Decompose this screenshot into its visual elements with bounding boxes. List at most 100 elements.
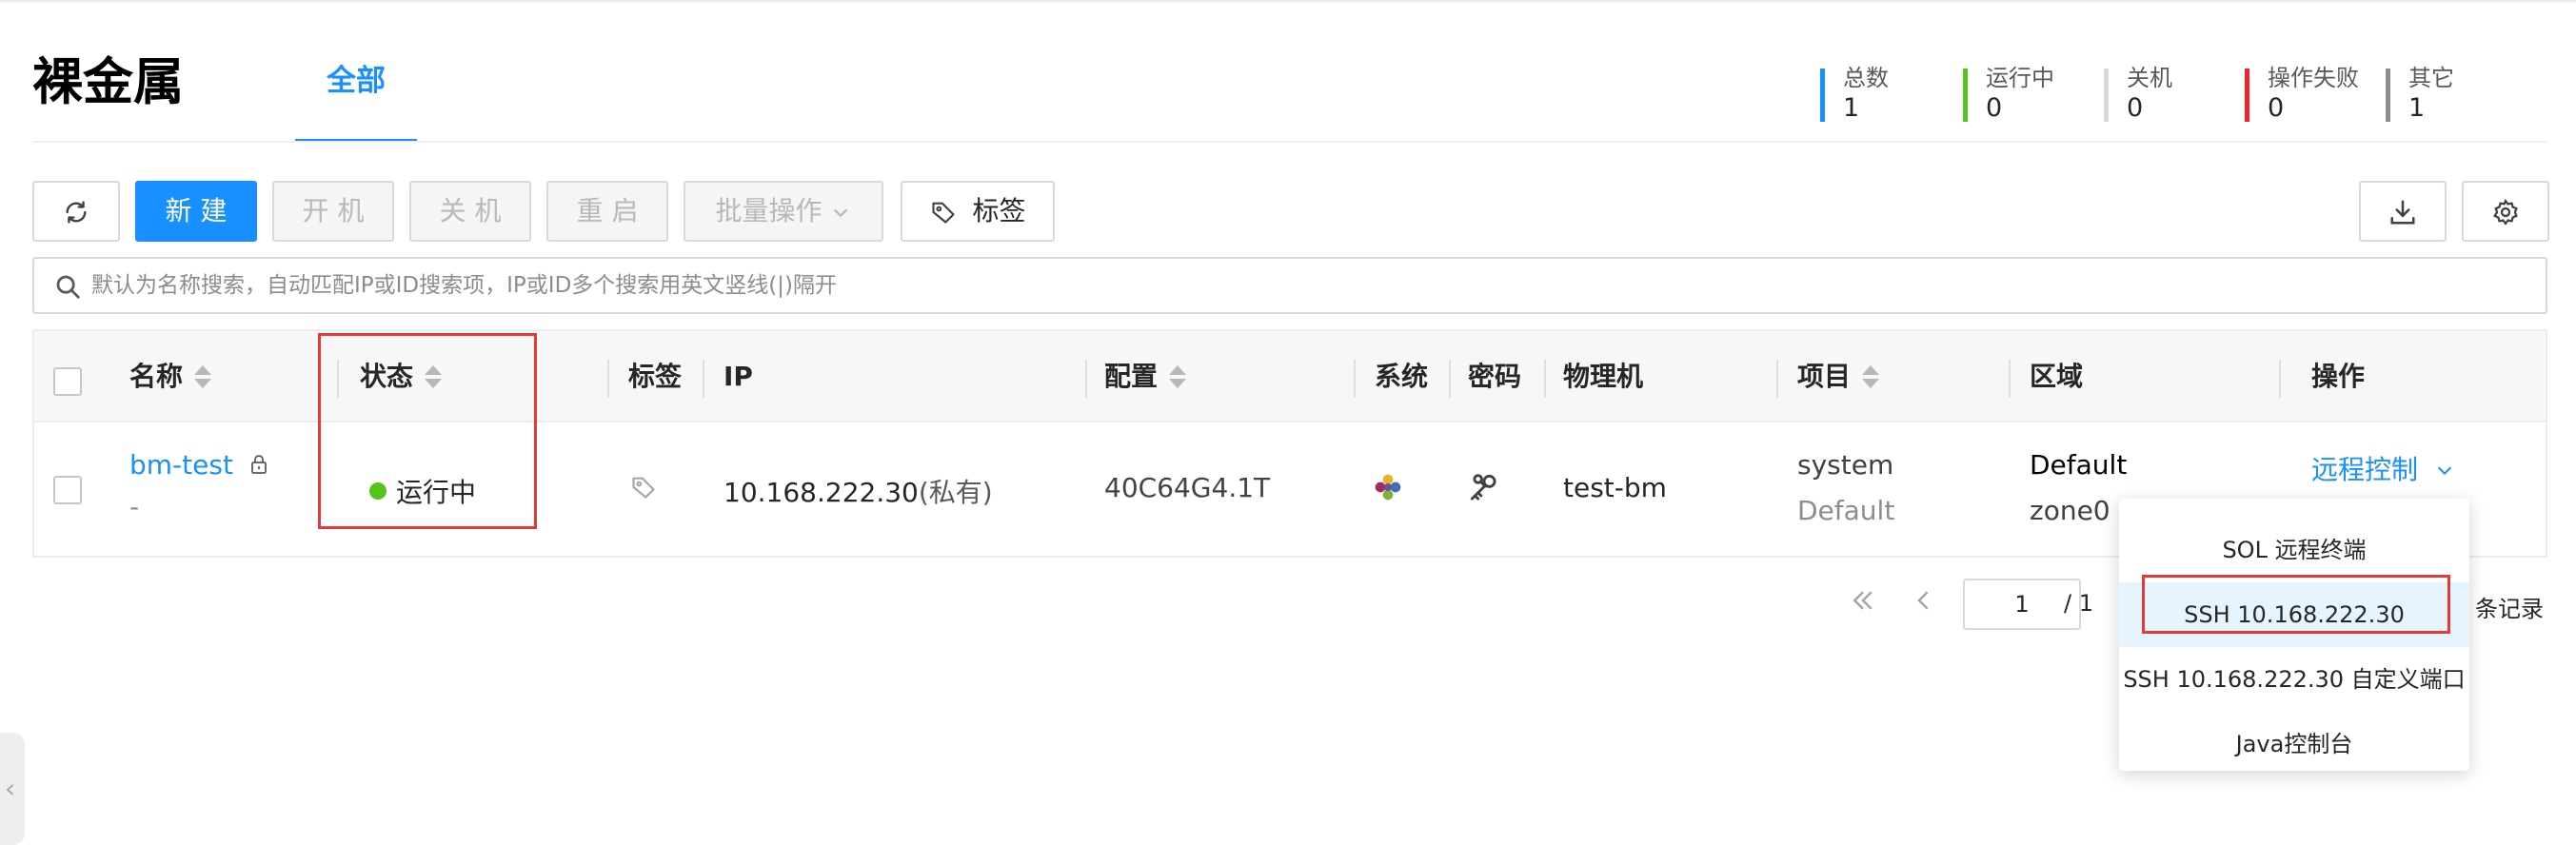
column-separator <box>1449 360 1451 398</box>
sort-icon[interactable] <box>1862 365 1880 390</box>
row-ip-suffix: (私有) <box>918 477 993 508</box>
gear-icon <box>2492 198 2518 226</box>
menu-item-ssh-custom-port[interactable]: SSH 10.168.222.30 自定义端口 <box>2119 647 2469 712</box>
row-ip-address: 10.168.222.30 <box>723 477 919 508</box>
stat-other-value: 1 <box>2408 93 2426 123</box>
row-name-link[interactable]: bm-test <box>129 449 270 481</box>
os-logo-icon <box>1375 474 1401 501</box>
ssh-highlight-box <box>2142 575 2450 634</box>
row-name: bm-test <box>129 449 233 481</box>
sort-icon[interactable] <box>194 365 212 390</box>
col-project-label: 项目 <box>1797 361 1852 392</box>
lock-icon <box>250 455 267 474</box>
column-separator <box>607 360 609 398</box>
col-name[interactable]: 名称 <box>129 331 212 422</box>
tags-label: 标签 <box>972 195 1026 226</box>
col-region: 区域 <box>2030 361 2084 392</box>
col-ip: IP <box>723 361 753 392</box>
tab-all[interactable]: 全部 <box>295 59 417 143</box>
download-icon <box>2390 200 2415 225</box>
stat-shutdown-label: 关机 <box>2127 65 2172 91</box>
power-off-button[interactable]: 关 机 <box>409 181 531 242</box>
total-pages: / 1 <box>2064 590 2093 617</box>
batch-actions-label: 批量操作 <box>715 195 822 226</box>
create-button[interactable]: 新 建 <box>135 181 257 242</box>
col-system: 系统 <box>1375 361 1429 392</box>
column-separator <box>2009 360 2011 398</box>
chevron-left-icon: ‹ <box>5 773 16 804</box>
col-config[interactable]: 配置 <box>1104 331 1187 422</box>
menu-item-sol-terminal[interactable]: SOL 远程终端 <box>2119 518 2469 582</box>
download-button[interactable] <box>2359 181 2447 242</box>
tag-icon <box>632 477 655 499</box>
tag-icon <box>931 202 955 224</box>
search-box[interactable] <box>32 257 2547 314</box>
row-system <box>1373 472 1403 509</box>
row-host: test-bm <box>1563 472 1667 503</box>
first-page-button[interactable] <box>1849 586 1877 622</box>
menu-item-java-console[interactable]: Java控制台 <box>2119 712 2469 776</box>
batch-actions-button[interactable]: 批量操作 <box>684 181 883 242</box>
stat-other-label: 其它 <box>2408 65 2454 91</box>
top-shadow <box>0 0 2576 4</box>
row-config: 40C64G4.1T <box>1104 472 1271 503</box>
search-icon <box>56 275 80 299</box>
column-separator <box>1354 360 1356 398</box>
remote-control-dropdown[interactable]: 远程控制 <box>2311 449 2455 487</box>
prev-page-button[interactable] <box>1910 586 1938 622</box>
col-tags: 标签 <box>628 361 683 392</box>
stat-other-bar <box>2386 69 2390 122</box>
row-region-sub: zone0 <box>2030 495 2110 526</box>
stat-shutdown-value: 0 <box>2127 93 2144 123</box>
row-project-sub: Default <box>1797 495 1895 526</box>
stat-running-label: 运行中 <box>1986 65 2054 91</box>
row-project: system <box>1797 449 1894 481</box>
page-title: 裸金属 <box>32 53 184 111</box>
status-highlight-box <box>318 333 537 529</box>
sidebar-collapse-handle[interactable]: ‹ <box>0 733 25 845</box>
col-host: 物理机 <box>1563 361 1644 392</box>
stat-failed-value: 0 <box>2268 93 2285 123</box>
row-password[interactable] <box>1466 470 1502 513</box>
row-checkbox[interactable] <box>53 476 82 504</box>
column-separator <box>2279 360 2281 398</box>
remote-control-label: 远程控制 <box>2311 454 2419 485</box>
power-on-button[interactable]: 开 机 <box>272 181 394 242</box>
column-separator <box>1544 360 1546 398</box>
tab-all-label: 全部 <box>327 64 386 98</box>
stat-total-value: 1 <box>1843 93 1860 123</box>
refresh-button[interactable] <box>32 181 120 242</box>
stat-failed-label: 操作失败 <box>2268 65 2359 91</box>
records-count-label: 条记录 <box>2475 596 2544 622</box>
settings-button[interactable] <box>2462 181 2549 242</box>
row-ip: 10.168.222.30(私有) <box>723 472 993 510</box>
restart-button[interactable]: 重 启 <box>546 181 668 242</box>
col-project[interactable]: 项目 <box>1797 331 1880 422</box>
stat-failed-bar <box>2245 69 2249 122</box>
header-divider <box>32 141 2547 143</box>
search-input[interactable] <box>91 265 2528 306</box>
stat-total-label: 总数 <box>1843 65 1889 91</box>
stat-running-value: 0 <box>1986 93 2003 123</box>
stat-shutdown-bar <box>2104 69 2109 122</box>
col-password: 密码 <box>1468 361 1522 392</box>
column-separator <box>1085 360 1087 398</box>
chevron-down-icon <box>834 208 848 218</box>
row-region: Default <box>2030 449 2128 481</box>
select-all-checkbox[interactable] <box>53 367 82 396</box>
stat-running-bar <box>1963 69 1968 122</box>
chevron-left-icon <box>1917 591 1929 610</box>
col-name-label: 名称 <box>129 361 184 392</box>
tags-button[interactable]: 标签 <box>901 181 1055 242</box>
row-name-sub: - <box>129 491 140 522</box>
sort-icon[interactable] <box>1169 365 1187 390</box>
column-separator <box>703 360 704 398</box>
stat-total-bar <box>1820 69 1825 122</box>
keys-icon <box>1470 474 1496 501</box>
refresh-icon <box>66 201 87 224</box>
chevron-down-icon <box>2437 466 2452 476</box>
col-actions: 操作 <box>2311 361 2366 392</box>
row-tag-icon-cell[interactable] <box>630 474 657 507</box>
column-separator <box>1776 360 1778 398</box>
double-chevron-left-icon <box>1853 591 1873 610</box>
